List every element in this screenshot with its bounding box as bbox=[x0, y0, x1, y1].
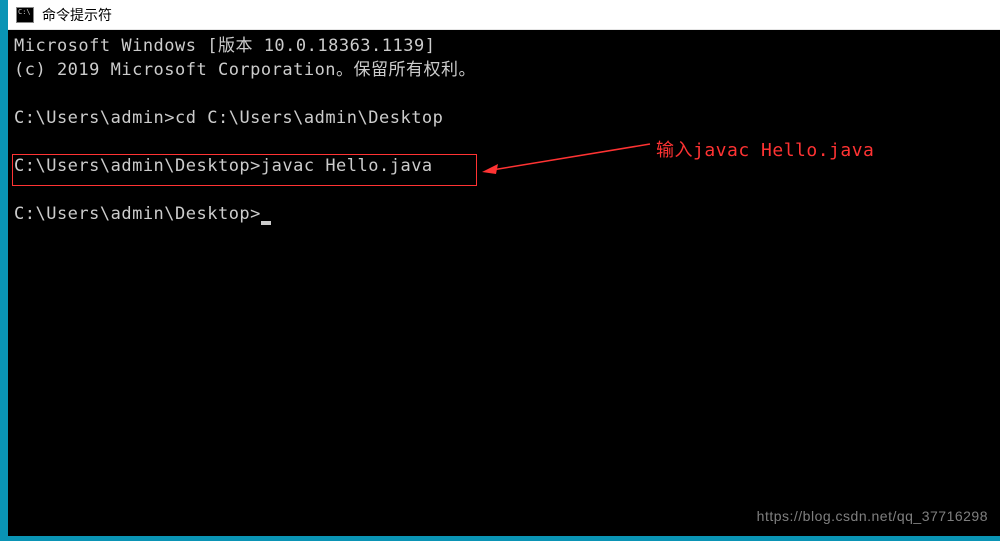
prompt: C:\Users\admin> bbox=[14, 108, 175, 128]
terminal-output-line: (c) 2019 Microsoft Corporation。保留所有权利。 bbox=[14, 58, 994, 82]
terminal-command-line: C:\Users\admin>cd C:\Users\admin\Desktop bbox=[14, 106, 994, 130]
cursor bbox=[261, 221, 271, 225]
command-text: javac Hello.java bbox=[261, 156, 433, 176]
terminal-area[interactable]: Microsoft Windows [版本 10.0.18363.1139] (… bbox=[8, 30, 1000, 536]
watermark: https://blog.csdn.net/qq_37716298 bbox=[757, 504, 988, 528]
terminal-prompt-line: C:\Users\admin\Desktop> bbox=[14, 202, 994, 226]
titlebar[interactable]: 命令提示符 bbox=[8, 0, 1000, 30]
terminal-blank-line bbox=[14, 178, 994, 202]
terminal-output-line: Microsoft Windows [版本 10.0.18363.1139] bbox=[14, 34, 994, 58]
terminal-blank-line bbox=[14, 82, 994, 106]
prompt: C:\Users\admin\Desktop> bbox=[14, 204, 261, 224]
command-text: cd C:\Users\admin\Desktop bbox=[175, 108, 443, 128]
command-prompt-window: 命令提示符 Microsoft Windows [版本 10.0.18363.1… bbox=[8, 0, 1000, 536]
window-title: 命令提示符 bbox=[42, 5, 112, 25]
prompt: C:\Users\admin\Desktop> bbox=[14, 156, 261, 176]
annotation-text: 输入javac Hello.java bbox=[656, 139, 874, 163]
cmd-icon bbox=[16, 7, 34, 23]
